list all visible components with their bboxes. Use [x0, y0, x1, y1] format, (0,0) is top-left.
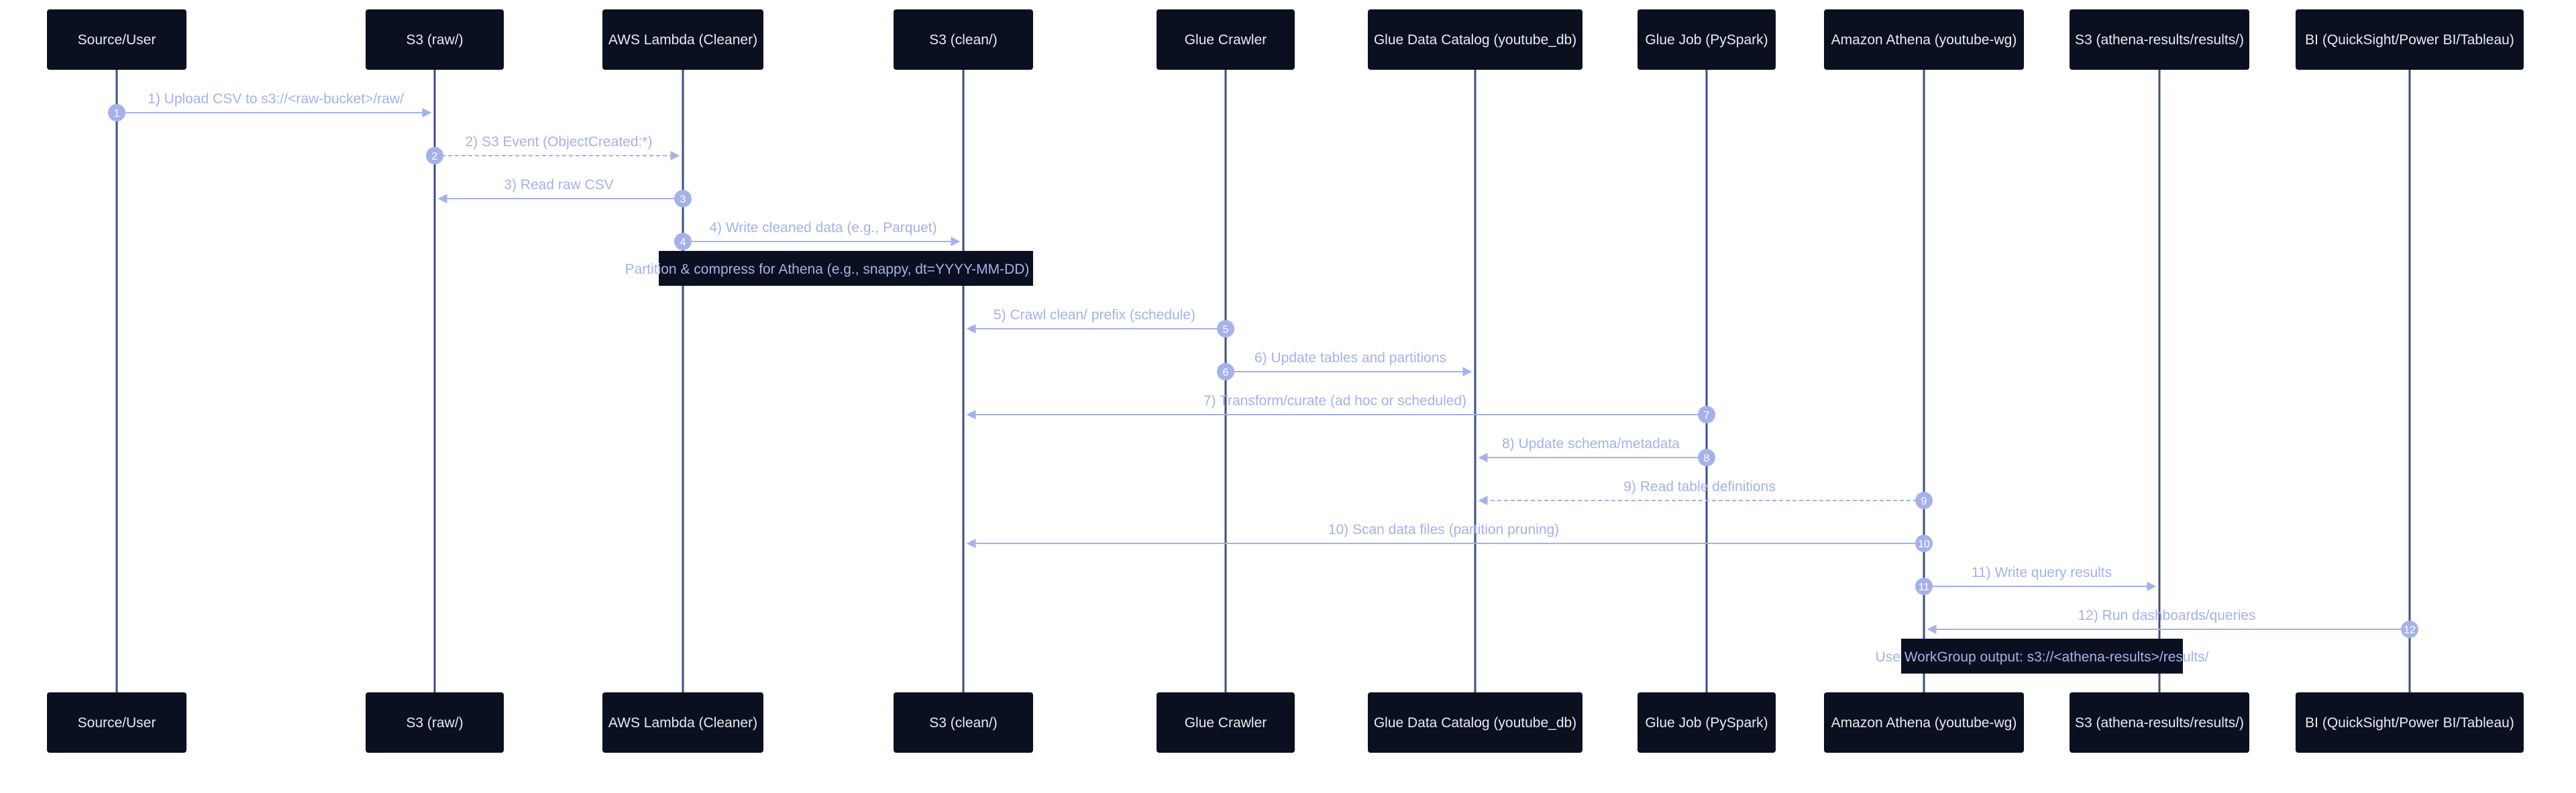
- sequence-number: 6: [1223, 367, 1229, 378]
- participant-bottom-athena: Amazon Athena (youtube-wg): [1824, 692, 2024, 753]
- participant-label: Glue Job (PySpark): [1645, 32, 1768, 48]
- sequence-number: 8: [1704, 453, 1710, 464]
- participant-label: S3 (athena-results/results/): [2075, 715, 2244, 731]
- message-label: 3) Read raw CSV: [504, 177, 613, 193]
- participant-top-athena: Amazon Athena (youtube-wg): [1824, 9, 2024, 70]
- participant-bottom-lambda: AWS Lambda (Cleaner): [602, 692, 763, 753]
- sequence-number: 12: [2404, 625, 2416, 636]
- participant-top-s3raw: S3 (raw/): [366, 9, 504, 70]
- participant-label: S3 (clean/): [929, 715, 998, 731]
- message-label: 7) Transform/curate (ad hoc or scheduled…: [1203, 393, 1466, 409]
- message-label: 1) Upload CSV to s3://<raw-bucket>/raw/: [148, 91, 404, 107]
- participant-bottom-gluejob: Glue Job (PySpark): [1638, 692, 1776, 753]
- message-label: 8) Update schema/metadata: [1502, 436, 1680, 452]
- note-text: Use WorkGroup output: s3://<athena-resul…: [1876, 649, 2209, 665]
- message-label: 2) S3 Event (ObjectCreated:*): [466, 134, 653, 150]
- sequence-number: 11: [1919, 582, 1930, 593]
- participant-bottom-catalog: Glue Data Catalog (youtube_db): [1368, 692, 1582, 753]
- participant-top-bi: BI (QuickSight/Power BI/Tableau): [2296, 9, 2524, 70]
- participant-label: Source/User: [78, 32, 156, 48]
- participant-label: AWS Lambda (Cleaner): [608, 715, 757, 731]
- participant-top-crawler: Glue Crawler: [1157, 9, 1295, 70]
- sequence-number: 2: [432, 151, 438, 162]
- sequence-number: 4: [680, 237, 686, 248]
- participant-bottom-bi: BI (QuickSight/Power BI/Tableau): [2296, 692, 2524, 753]
- sequence-number: 5: [1223, 324, 1229, 335]
- sequence-number: 7: [1704, 410, 1710, 421]
- participant-top-source: Source/User: [47, 9, 186, 70]
- message-8: 8) Update schema/metadata 8: [1478, 436, 1715, 466]
- participant-bottom-crawler: Glue Crawler: [1157, 692, 1295, 753]
- note-2: Use WorkGroup output: s3://<athena-resul…: [1876, 639, 2209, 674]
- participant-label: BI (QuickSight/Power BI/Tableau): [2305, 32, 2514, 48]
- message-label: 11) Write query results: [1972, 565, 2112, 580]
- participant-label: Amazon Athena (youtube-wg): [1831, 32, 2017, 48]
- message-7: 7) Transform/curate (ad hoc or scheduled…: [966, 393, 1715, 423]
- note-1: Partition & compress for Athena (e.g., s…: [625, 251, 1033, 286]
- participant-label: S3 (clean/): [929, 32, 998, 48]
- message-1: 1) Upload CSV to s3://<raw-bucket>/raw/1: [108, 91, 432, 121]
- message-11: 11) Write query results 11: [1915, 565, 2157, 595]
- participant-top-lambda: AWS Lambda (Cleaner): [602, 9, 763, 70]
- message-label: 9) Read table definitions: [1623, 479, 1775, 494]
- participant-label: Source/User: [78, 715, 156, 731]
- participant-label: S3 (raw/): [406, 715, 463, 731]
- participant-bottom-s3raw: S3 (raw/): [366, 692, 504, 753]
- sequence-number: 10: [1918, 539, 1930, 550]
- message-12: 12) Run dashboards/queries 12: [1927, 608, 2418, 638]
- message-2: 2) S3 Event (ObjectCreated:*) 2: [426, 134, 680, 164]
- message-label: 6) Update tables and partitions: [1254, 350, 1446, 366]
- participant-top-gluejob: Glue Job (PySpark): [1638, 9, 1776, 70]
- participant-bottom-s3clean: S3 (clean/): [894, 692, 1033, 753]
- participant-label: BI (QuickSight/Power BI/Tableau): [2305, 715, 2514, 731]
- sequence-number: 3: [680, 194, 686, 205]
- message-label: 12) Run dashboards/queries: [2078, 608, 2255, 623]
- sequence-diagram: Source/User S3 (raw/) AWS Lambda (Cleaner)…: [47, 9, 2524, 753]
- participant-label: S3 (raw/): [406, 32, 463, 48]
- participant-label: S3 (athena-results/results/): [2075, 32, 2244, 48]
- sequence-number: 1: [114, 108, 120, 119]
- participant-label: Glue Crawler: [1185, 32, 1267, 48]
- participant-label: AWS Lambda (Cleaner): [608, 32, 757, 48]
- participant-label: Glue Data Catalog (youtube_db): [1374, 715, 1576, 731]
- participant-label: Glue Crawler: [1185, 715, 1267, 731]
- participant-bottom-results: S3 (athena-results/results/): [2070, 692, 2249, 753]
- participant-top-catalog: Glue Data Catalog (youtube_db): [1368, 9, 1582, 70]
- sequence-number: 9: [1921, 496, 1927, 507]
- message-label: 5) Crawl clean/ prefix (schedule): [994, 307, 1195, 323]
- message-4: 4) Write cleaned data (e.g., Parquet) 4: [674, 220, 961, 250]
- participant-label: Amazon Athena (youtube-wg): [1831, 715, 2017, 731]
- participant-top-s3clean: S3 (clean/): [894, 9, 1033, 70]
- message-label: 10) Scan data files (partition pruning): [1328, 522, 1559, 537]
- message-3: 3) Read raw CSV 3: [437, 177, 692, 207]
- message-5: 5) Crawl clean/ prefix (schedule) 5: [966, 307, 1234, 337]
- participant-label: Glue Data Catalog (youtube_db): [1374, 32, 1576, 48]
- note-text: Partition & compress for Athena (e.g., s…: [625, 262, 1030, 277]
- participant-top-results: S3 (athena-results/results/): [2070, 9, 2249, 70]
- message-10: 10) Scan data files (partition pruning) 1…: [966, 522, 1933, 552]
- participant-label: Glue Job (PySpark): [1645, 715, 1768, 731]
- message-6: 6) Update tables and partitions 6: [1217, 350, 1472, 380]
- participant-bottom-source: Source/User: [47, 692, 186, 753]
- message-label: 4) Write cleaned data (e.g., Parquet): [709, 220, 936, 235]
